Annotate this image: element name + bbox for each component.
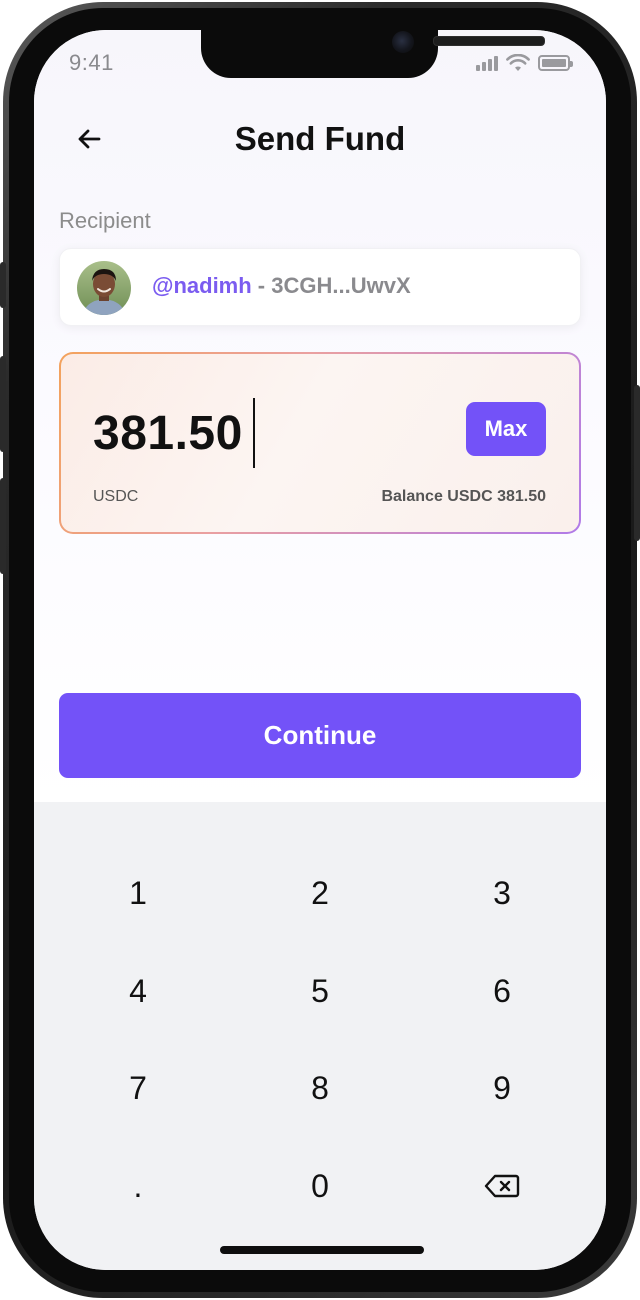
numeric-keypad: 1 2 3 4 5 6 7 8 9 . 0: [34, 802, 606, 1270]
phone-screen: 9:41 Send Fund Recipient @nadimh - 3CGH.…: [34, 30, 606, 1270]
balance-label: Balance USDC 381.50: [381, 488, 546, 505]
home-indicator[interactable]: [220, 1246, 424, 1254]
key-5[interactable]: 5: [245, 953, 395, 1029]
recipient-card[interactable]: @nadimh - 3CGH...UwvX: [59, 248, 581, 326]
recipient-handle: @nadimh: [152, 273, 252, 298]
amount-value: 381.50: [93, 406, 243, 460]
key-3[interactable]: 3: [427, 855, 577, 931]
continue-button[interactable]: Continue: [59, 693, 581, 778]
backspace-key[interactable]: [427, 1148, 577, 1224]
key-7[interactable]: 7: [63, 1050, 213, 1126]
key-2[interactable]: 2: [245, 855, 395, 931]
currency-label: USDC: [93, 488, 139, 505]
amount-input[interactable]: 381.50: [93, 398, 255, 468]
notch: [201, 30, 545, 78]
status-icons: [476, 54, 573, 72]
text-cursor: [252, 398, 255, 468]
phone-side-button: [0, 356, 6, 452]
recipient-text: @nadimh - 3CGH...UwvX: [152, 273, 411, 299]
front-camera: [392, 31, 414, 53]
key-9[interactable]: 9: [427, 1050, 577, 1126]
key-8[interactable]: 8: [245, 1050, 395, 1126]
key-1[interactable]: 1: [63, 855, 213, 931]
key-decimal[interactable]: .: [63, 1148, 213, 1224]
key-4[interactable]: 4: [63, 953, 213, 1029]
amount-card: 381.50 Max USDC Balance USDC 381.50: [59, 352, 581, 534]
status-time: 9:41: [69, 50, 114, 75]
recipient-separator: -: [251, 273, 272, 298]
max-button[interactable]: Max: [466, 402, 546, 456]
page-title: Send Fund: [234, 120, 406, 157]
recipient-label: Recipient: [59, 208, 151, 233]
cellular-signal-icon: [476, 55, 498, 71]
speaker-grille: [433, 36, 545, 46]
recipient-address: 3CGH...UwvX: [271, 273, 411, 298]
wifi-icon: [506, 54, 530, 71]
battery-icon: [538, 55, 573, 71]
key-0[interactable]: 0: [245, 1148, 395, 1224]
avatar: [77, 261, 131, 315]
key-6[interactable]: 6: [427, 953, 577, 1029]
phone-side-button: [0, 478, 6, 574]
backspace-icon: [484, 1174, 520, 1198]
phone-side-button: [634, 385, 640, 541]
phone-side-button: [0, 262, 6, 308]
